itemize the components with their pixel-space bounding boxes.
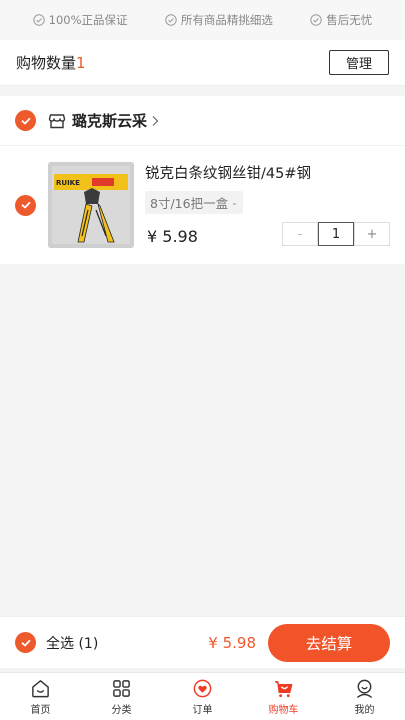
guarantee-bar: 100%正品保证 所有商品精挑细选 售后无忧 bbox=[0, 0, 405, 40]
checkout-bar: 全选 (1) ¥ 5.98 去结算 bbox=[0, 616, 405, 668]
check-circle-icon bbox=[32, 14, 45, 26]
guarantee-item: 所有商品精挑细选 bbox=[165, 12, 273, 28]
tab-profile[interactable]: 我的 bbox=[324, 673, 405, 720]
cart-count: 购物数量1 bbox=[16, 52, 86, 73]
store-icon bbox=[48, 113, 66, 128]
store-row: 璐克斯云采 bbox=[0, 96, 405, 146]
brand-text: RUIKE bbox=[56, 179, 80, 187]
tab-bar: 首页 分类 订单 购物车 我的 bbox=[0, 672, 405, 720]
checkout-button[interactable]: 去结算 bbox=[268, 623, 390, 662]
guarantee-item: 售后无忧 bbox=[310, 12, 372, 28]
product-image[interactable]: RUIKE bbox=[48, 162, 134, 248]
guarantee-item: 100%正品保证 bbox=[32, 12, 128, 28]
cart-icon bbox=[274, 680, 293, 697]
store-checkbox[interactable] bbox=[15, 110, 36, 131]
pliers-image: RUIKE bbox=[48, 162, 134, 248]
quantity-input[interactable]: 1 bbox=[318, 222, 354, 246]
guarantee-text: 100%正品保证 bbox=[48, 13, 128, 27]
order-icon bbox=[193, 679, 212, 697]
tab-orders[interactable]: 订单 bbox=[162, 673, 243, 720]
chevron-down-icon: ⌄ bbox=[231, 198, 238, 207]
quantity-minus-button[interactable]: - bbox=[282, 222, 318, 246]
select-all-label[interactable]: 全选 (1) bbox=[46, 633, 98, 653]
cart-count-label: 购物数量 bbox=[16, 54, 77, 72]
category-icon bbox=[113, 679, 130, 697]
store-name[interactable]: 璐克斯云采 bbox=[72, 110, 147, 131]
spec-text: 8寸/16把一盒 bbox=[150, 196, 229, 211]
item-checkbox[interactable] bbox=[15, 194, 36, 216]
guarantee-text: 售后无忧 bbox=[326, 13, 373, 27]
tab-label: 我的 bbox=[354, 704, 375, 716]
product-name[interactable]: 锐克白条纹钢丝钳/45#钢 bbox=[145, 162, 390, 183]
product-info: 锐克白条纹钢丝钳/45#钢 8寸/16把一盒 ⌄ ¥ 5.98 - 1 + bbox=[145, 162, 390, 248]
tab-category[interactable]: 分类 bbox=[81, 673, 162, 720]
checkmark-icon bbox=[21, 201, 30, 209]
tab-home[interactable]: 首页 bbox=[0, 673, 81, 720]
cart-header: 购物数量1 管理 bbox=[0, 40, 405, 86]
checkmark-icon bbox=[21, 117, 30, 124]
total-price: ¥ 5.98 bbox=[208, 633, 256, 652]
tab-label: 分类 bbox=[111, 704, 132, 716]
quantity-plus-button[interactable]: + bbox=[354, 222, 390, 246]
cart-count-value: 1 bbox=[76, 54, 86, 72]
guarantee-text: 所有商品精挑细选 bbox=[180, 13, 273, 27]
home-icon bbox=[32, 679, 49, 697]
tab-label: 购物车 bbox=[268, 704, 299, 716]
manage-button[interactable]: 管理 bbox=[329, 50, 389, 75]
profile-icon bbox=[357, 679, 372, 698]
product-price: ¥ 5.98 bbox=[147, 227, 198, 246]
tab-cart[interactable]: 购物车 bbox=[243, 673, 324, 720]
cart-item: RUIKE 锐克白条纹钢丝钳/45#钢 8寸/16把一盒 ⌄ ¥ 5.98 - 1… bbox=[0, 146, 405, 264]
check-circle-icon bbox=[310, 14, 322, 26]
tab-label: 订单 bbox=[192, 704, 213, 716]
select-all-checkbox[interactable] bbox=[15, 632, 36, 653]
tab-label: 首页 bbox=[30, 704, 51, 716]
checkmark-icon bbox=[21, 639, 30, 646]
quantity-stepper: - 1 + bbox=[282, 222, 390, 246]
chevron-right-icon[interactable] bbox=[150, 115, 160, 127]
check-circle-icon bbox=[165, 14, 177, 26]
spec-selector[interactable]: 8寸/16把一盒 ⌄ bbox=[145, 191, 243, 214]
